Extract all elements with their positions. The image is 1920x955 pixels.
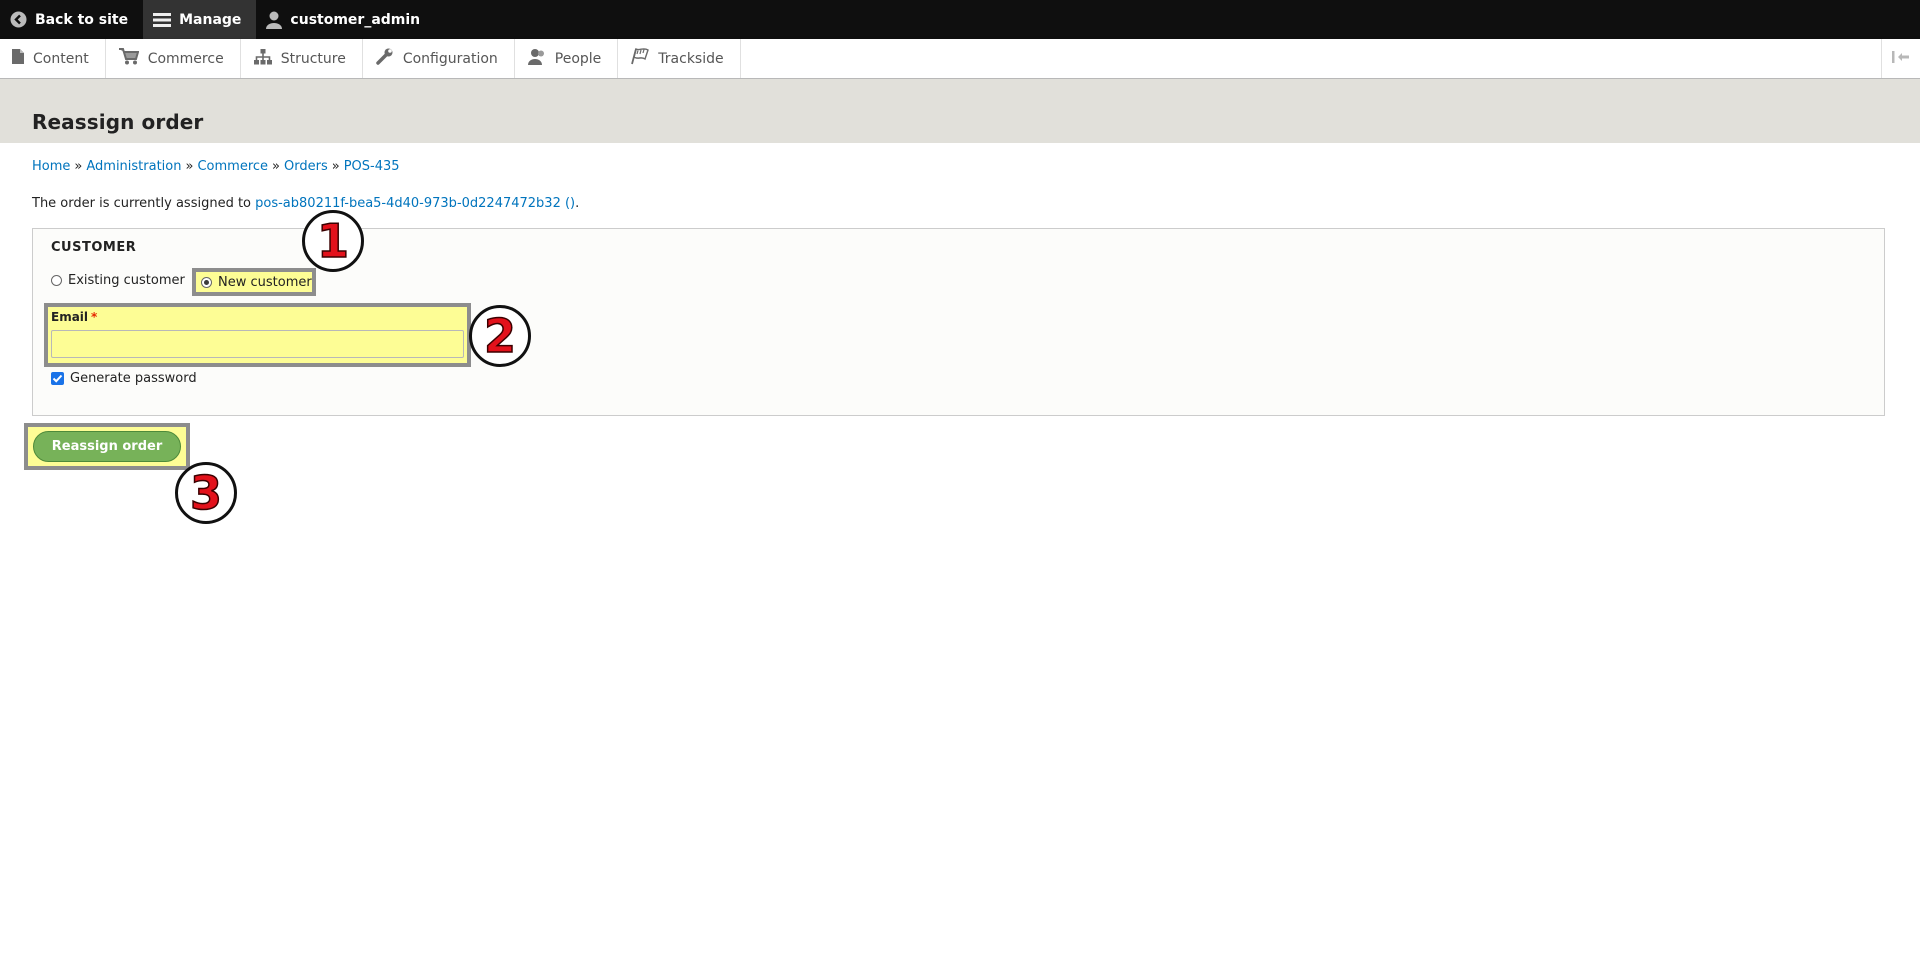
cart-icon	[118, 48, 140, 69]
breadcrumb: Home» Administration» Commerce» Orders» POS-…	[32, 159, 400, 174]
email-field[interactable]	[51, 330, 464, 358]
tray-item-label: Trackside	[658, 50, 724, 67]
tray-item-configuration[interactable]: Configuration	[363, 39, 515, 78]
tray-item-label: Content	[33, 50, 89, 67]
generate-password-label: Generate password	[70, 371, 197, 386]
existing-customer-label: Existing customer	[68, 273, 185, 288]
breadcrumb-orders[interactable]: Orders	[284, 159, 328, 174]
new-customer-option[interactable]: New customer	[192, 268, 316, 296]
assigned-customer-link[interactable]: pos-ab80211f-bea5-4d40-973b-0d2247472b32…	[255, 196, 575, 211]
user-icon	[266, 11, 283, 29]
menu-icon	[153, 12, 172, 28]
tray-item-label: Structure	[280, 50, 346, 67]
sitemap-icon	[253, 48, 272, 69]
collapse-left-icon	[1892, 50, 1910, 67]
email-label: Email *	[51, 310, 97, 324]
checkmark-icon	[52, 374, 63, 383]
callout-number: 1	[316, 214, 350, 268]
breadcrumb-home[interactable]: Home	[32, 159, 70, 174]
existing-customer-radio[interactable]	[51, 275, 62, 286]
user-tab[interactable]: customer_admin	[256, 0, 435, 39]
chevron-left-circle-icon	[10, 11, 27, 28]
page-header-band	[0, 79, 1920, 143]
required-marker: *	[91, 310, 98, 324]
breadcrumb-separator: »	[331, 159, 340, 174]
tray-item-label: Commerce	[147, 50, 224, 67]
breadcrumb-order[interactable]: POS-435	[344, 159, 400, 174]
tray-item-structure[interactable]: Structure	[241, 39, 363, 78]
email-label-text: Email	[51, 310, 89, 324]
tray-item-commerce[interactable]: Commerce	[106, 39, 241, 78]
callout-number: 2	[483, 309, 517, 363]
breadcrumb-commerce[interactable]: Commerce	[197, 159, 268, 174]
breadcrumb-separator: »	[272, 159, 280, 174]
admin-tray: Content Commerce Structure Configuration…	[0, 39, 1920, 79]
breadcrumb-administration[interactable]: Administration	[86, 159, 181, 174]
callout-2: 2	[469, 305, 531, 367]
callout-number: 3	[189, 466, 223, 520]
generate-password-checkbox[interactable]	[51, 372, 64, 385]
existing-customer-option[interactable]: Existing customer	[51, 273, 185, 288]
page-title: Reassign order	[32, 110, 204, 134]
breadcrumb-separator: »	[185, 159, 194, 174]
flag-icon	[631, 47, 650, 69]
manage-tab[interactable]: Manage	[143, 0, 257, 39]
tray-item-trackside[interactable]: Trackside	[618, 39, 741, 78]
people-icon	[527, 48, 546, 69]
wrench-icon	[376, 48, 394, 69]
tray-item-people[interactable]: People	[515, 39, 619, 78]
tray-item-label: Configuration	[402, 50, 498, 67]
user-label: customer_admin	[290, 11, 421, 28]
new-customer-label: New customer	[218, 274, 312, 290]
generate-password-option[interactable]: Generate password	[51, 371, 197, 386]
new-customer-radio[interactable]	[201, 276, 212, 288]
file-icon	[12, 49, 24, 68]
callout-3: 3	[175, 462, 237, 524]
assignment-message: The order is currently assigned to pos-a…	[32, 196, 579, 211]
manage-label: Manage	[179, 11, 242, 28]
tray-item-label: People	[554, 50, 602, 67]
breadcrumb-separator: »	[74, 159, 83, 174]
tray-item-content[interactable]: Content	[0, 39, 106, 78]
assignment-prefix: The order is currently assigned to	[32, 196, 256, 211]
back-to-site-label: Back to site	[35, 11, 129, 28]
tray-orientation-toggle[interactable]	[1881, 39, 1920, 78]
callout-1: 1	[302, 210, 364, 272]
admin-toolbar: Back to site Manage customer_admin	[0, 0, 1920, 39]
reassign-order-button[interactable]: Reassign order	[33, 431, 181, 462]
back-to-site-link[interactable]: Back to site	[0, 0, 143, 39]
assignment-suffix: .	[575, 196, 580, 211]
customer-legend: CUSTOMER	[51, 240, 137, 255]
